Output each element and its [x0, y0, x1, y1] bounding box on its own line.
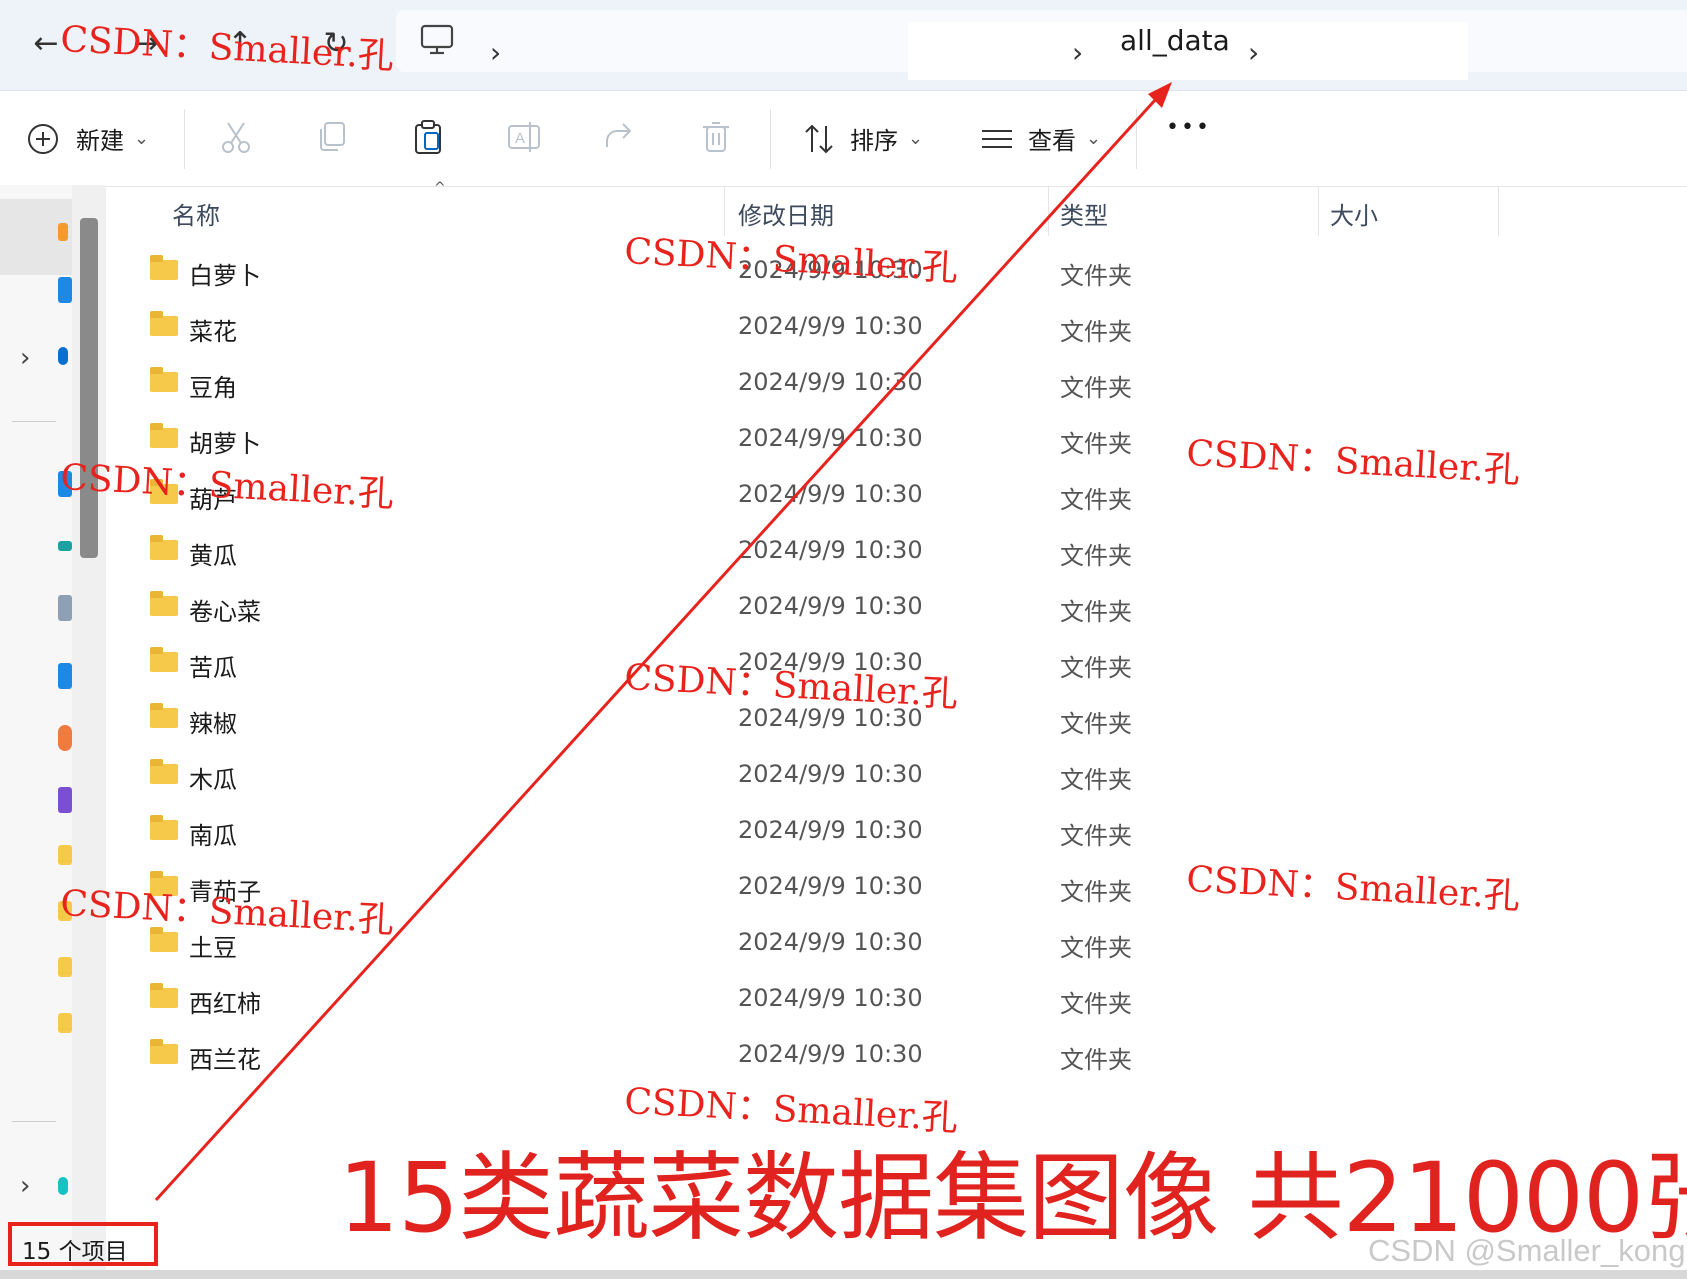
credit-text: CSDN @Smaller_kong	[1368, 1233, 1686, 1268]
